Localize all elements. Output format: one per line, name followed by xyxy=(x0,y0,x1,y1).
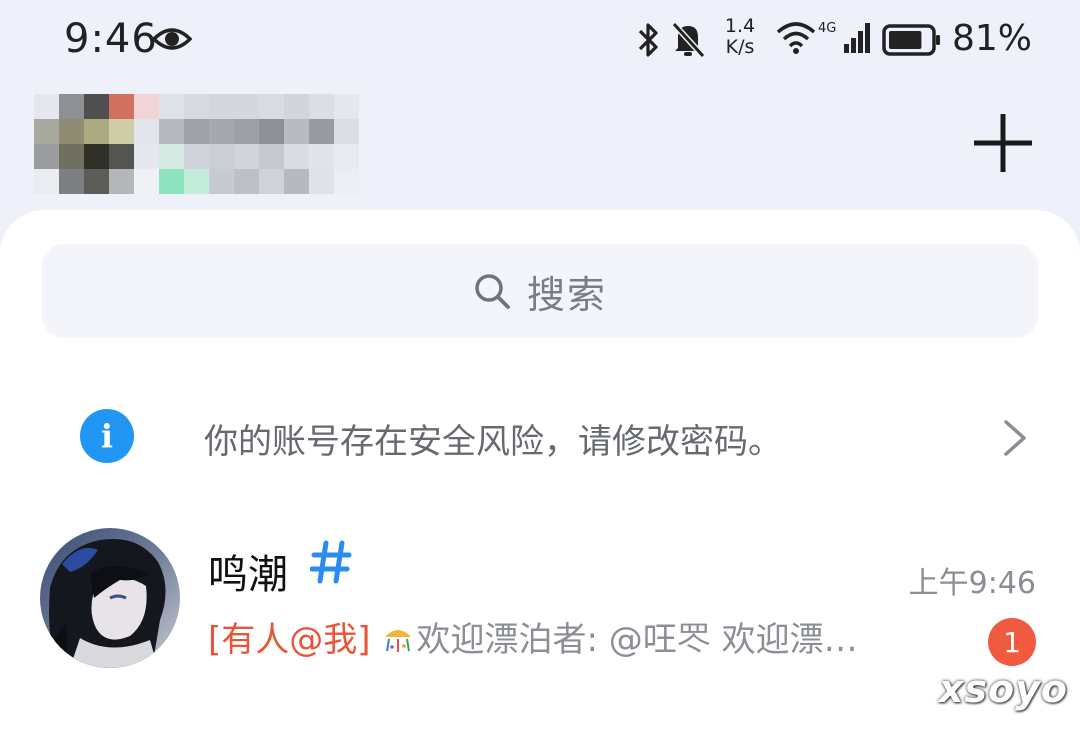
search-icon xyxy=(475,274,510,309)
signal-icon: 4G xyxy=(818,21,870,53)
security-warning-text: 你的账号存在安全风险，请修改密码。 xyxy=(204,422,782,462)
bluetooth-icon xyxy=(638,23,658,57)
battery-icon xyxy=(882,24,940,56)
info-icon-glyph: i xyxy=(100,417,114,455)
add-button[interactable] xyxy=(972,112,1034,174)
hashtag-group-icon xyxy=(310,540,352,584)
mention-tag: [有人@我] xyxy=(208,620,371,660)
status-time: 9:46 xyxy=(64,16,158,62)
battery-percent: 81% xyxy=(952,18,1033,59)
plus-icon xyxy=(974,114,1032,172)
conversation-item[interactable]: 鸣潮 上午9:46 [有人@我] 欢迎漂泊者: @㕵罖 欢迎漂… 1 xyxy=(0,520,1080,680)
party-popper-icon xyxy=(384,630,411,652)
network-type-label: 4G xyxy=(818,21,836,36)
net-speed-unit: K/s xyxy=(725,36,755,58)
conversation-time: 上午9:46 xyxy=(908,566,1036,601)
conversation-name: 鸣潮 xyxy=(208,552,288,598)
security-warning-banner[interactable]: i 你的账号存在安全风险，请修改密码。 xyxy=(0,390,1080,486)
search-bar[interactable]: 搜索 xyxy=(42,244,1038,338)
info-icon: i xyxy=(80,409,134,463)
unread-count: 1 xyxy=(1003,625,1021,659)
eye-icon xyxy=(152,28,192,50)
net-speed: 1.4 K/s xyxy=(718,16,762,58)
net-speed-value: 1.4 xyxy=(724,15,756,37)
message-preview-text: 欢迎漂泊者: @㕵罖 欢迎漂… xyxy=(416,620,858,660)
search-placeholder: 搜索 xyxy=(526,272,607,317)
status-bar: 9:46 1.4 K/s 4G 81% xyxy=(0,0,1080,80)
profile-avatar-pixelated[interactable] xyxy=(34,94,359,194)
wifi-icon xyxy=(776,22,816,54)
bell-muted-icon xyxy=(671,21,706,59)
anime-character-avatar-image xyxy=(40,528,180,668)
conversation-panel: 搜索 i 你的账号存在安全风险，请修改密码。 鸣潮 上午9:46 [有人@我] … xyxy=(0,210,1080,730)
group-avatar[interactable] xyxy=(40,528,180,668)
message-preview: [有人@我] 欢迎漂泊者: @㕵罖 欢迎漂… xyxy=(208,612,938,661)
chevron-right-icon xyxy=(1004,420,1026,456)
unread-badge: 1 xyxy=(988,618,1036,666)
watermark: xsoyo xyxy=(938,667,1068,711)
